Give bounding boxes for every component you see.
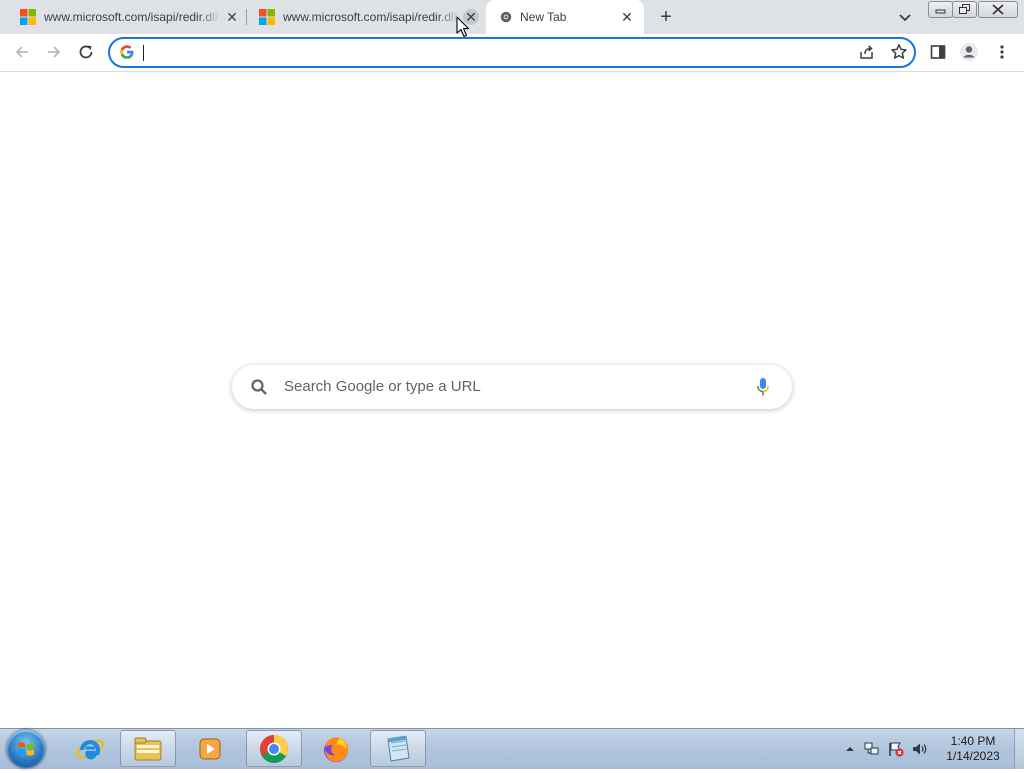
chrome-icon [260, 734, 288, 763]
menu-dots-icon [1000, 45, 1004, 59]
close-window-button[interactable] [978, 1, 1018, 18]
reload-button[interactable] [76, 42, 96, 62]
media-player-icon [199, 738, 221, 759]
microsoft-logo-icon [259, 9, 275, 25]
minimize-button[interactable] [928, 1, 953, 18]
firefox-icon [324, 736, 349, 762]
system-tray [845, 729, 929, 769]
windows-logo-icon [18, 742, 34, 756]
internet-explorer-icon [75, 739, 105, 759]
search-icon [251, 379, 267, 395]
file-explorer-icon [134, 737, 162, 760]
back-arrow-icon [15, 46, 28, 58]
back-button[interactable] [12, 42, 32, 62]
forward-button[interactable] [44, 42, 64, 62]
tab-title: www.microsoft.com/isapi/redir.dll?prd=ie… [44, 10, 220, 24]
close-icon [992, 4, 1004, 15]
show-hidden-icons-icon[interactable] [845, 744, 855, 754]
side-panel-icon [930, 45, 946, 59]
profile-icon [960, 43, 978, 61]
taskbar-clock[interactable]: 1:40 PM 1/14/2023 [938, 734, 1008, 764]
clock-date: 1/14/2023 [946, 749, 1000, 763]
tab-title: New Tab [520, 10, 567, 24]
tab-microsoft-2[interactable]: www.microsoft.com/isapi/redir.dll?prd=ie… [239, 0, 485, 34]
minimize-icon [935, 9, 946, 14]
clock-time: 1:40 PM [950, 734, 996, 748]
ntp-search-box[interactable]: Search Google or type a URL [232, 365, 792, 409]
mouse-cursor-icon [456, 16, 470, 38]
profile-button[interactable] [959, 42, 979, 62]
reload-icon [79, 45, 93, 59]
browser-toolbar [0, 34, 1024, 72]
tab-search-chevron-icon[interactable] [896, 8, 914, 26]
text-caret [143, 45, 144, 61]
taskbar-file-explorer[interactable] [120, 730, 176, 767]
action-center-flag-icon[interactable] [887, 741, 905, 757]
tab-strip: www.microsoft.com/isapi/redir.dll?prd=ie… [0, 0, 1024, 34]
menu-button[interactable] [992, 42, 1012, 62]
taskbar-chrome[interactable] [246, 730, 302, 767]
share-icon[interactable] [858, 44, 875, 61]
ntp-search-placeholder: Search Google or type a URL [284, 378, 481, 395]
microsoft-logo-icon [20, 9, 36, 25]
microphone-icon[interactable] [756, 377, 770, 397]
show-desktop-button[interactable] [1014, 729, 1024, 769]
notepad-icon [387, 735, 410, 762]
taskbar-notepad[interactable] [370, 730, 426, 767]
taskbar-firefox[interactable] [308, 730, 364, 767]
volume-icon[interactable] [911, 741, 929, 757]
tab-microsoft-1[interactable]: www.microsoft.com/isapi/redir.dll?prd=ie… [0, 0, 246, 34]
chrome-newtab-icon [500, 11, 512, 23]
taskbar-internet-explorer[interactable] [62, 730, 118, 767]
address-input[interactable] [142, 42, 826, 64]
start-button[interactable] [7, 730, 45, 768]
tab-new-tab[interactable]: New Tab ✕ [486, 0, 644, 34]
tab-close-button[interactable]: ✕ [619, 9, 635, 25]
address-bar[interactable] [108, 37, 916, 68]
star-icon[interactable] [890, 43, 908, 61]
forward-arrow-icon [48, 46, 61, 58]
tab-close-button[interactable]: ✕ [224, 9, 240, 25]
new-tab-button[interactable]: + [656, 7, 676, 27]
taskbar-media-player[interactable] [182, 730, 238, 767]
tab-title: www.microsoft.com/isapi/redir.dll?prd=ie… [283, 10, 459, 24]
windows-taskbar: 1:40 PM 1/14/2023 [0, 728, 1024, 769]
restore-icon [958, 4, 970, 14]
side-panel-button[interactable] [928, 42, 948, 62]
restore-button[interactable] [952, 1, 977, 18]
network-icon[interactable] [863, 741, 881, 757]
google-g-icon [120, 45, 134, 59]
